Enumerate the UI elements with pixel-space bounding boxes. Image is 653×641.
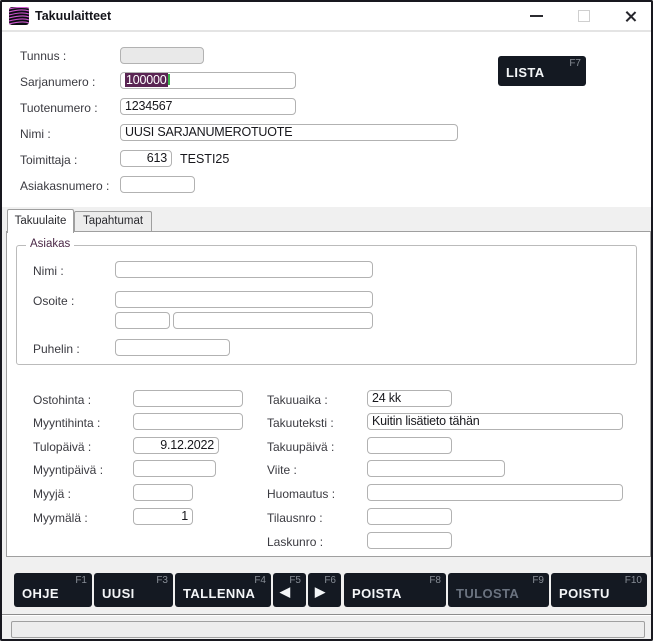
takuuaika-input[interactable]: 24 kk bbox=[367, 390, 452, 407]
myymala-input[interactable]: 1 bbox=[133, 508, 193, 525]
tunnus-label: Tunnus : bbox=[20, 49, 66, 63]
tab-takuulaite[interactable]: Takuulaite bbox=[7, 209, 74, 233]
takuupaiva-label: Takuupäivä : bbox=[267, 440, 334, 454]
poista-fkey-label: F8 bbox=[429, 575, 441, 586]
viite-label: Viite : bbox=[267, 463, 297, 477]
toimittaja-label: Toimittaja : bbox=[20, 153, 77, 167]
asiakas-osoite-input[interactable] bbox=[115, 291, 373, 308]
previous-arrow-icon: ◀ bbox=[280, 584, 290, 600]
asiakas-postinumero-input[interactable] bbox=[115, 312, 170, 329]
statusbar-divider bbox=[2, 614, 651, 616]
myyntihinta-input[interactable] bbox=[133, 413, 243, 430]
viite-input[interactable] bbox=[367, 460, 505, 477]
takuuteksti-input[interactable]: Kuitin lisätieto tähän bbox=[367, 413, 623, 430]
window-title: Takuulaitteet bbox=[35, 9, 111, 23]
statusbar-field bbox=[11, 621, 645, 638]
tulosta-button-label: TULOSTA bbox=[456, 586, 519, 601]
asiakas-puhelin-label: Puhelin : bbox=[33, 342, 80, 356]
poistu-button-label: POISTU bbox=[559, 586, 610, 601]
lista-button-label: LISTA bbox=[506, 65, 545, 80]
ohje-button-label: OHJE bbox=[22, 586, 59, 601]
laskunro-label: Laskunro : bbox=[267, 535, 323, 549]
tunnus-input bbox=[120, 47, 204, 64]
lista-button[interactable]: LISTA F7 bbox=[498, 56, 586, 86]
huomautus-input[interactable] bbox=[367, 484, 623, 501]
takuulaitteet-window: Takuulaitteet Tunnus : Sarjanumero : 100… bbox=[0, 0, 653, 641]
ohje-button[interactable]: OHJE F1 bbox=[14, 573, 92, 607]
myyja-input[interactable] bbox=[133, 484, 193, 501]
myyntipaiva-label: Myyntipäivä : bbox=[33, 463, 103, 477]
tuotenumero-label: Tuotenumero : bbox=[20, 101, 98, 115]
lista-fkey-label: F7 bbox=[569, 58, 581, 69]
poistu-button[interactable]: POISTU F10 bbox=[551, 573, 647, 607]
minimize-button[interactable] bbox=[517, 2, 555, 30]
close-button[interactable] bbox=[611, 2, 649, 30]
maximize-button[interactable] bbox=[565, 2, 603, 30]
maximize-icon bbox=[578, 10, 590, 22]
uusi-button-label: UUSI bbox=[102, 586, 135, 601]
tilausnro-label: Tilausnro : bbox=[267, 511, 323, 525]
selected-text: 100000 bbox=[125, 73, 168, 87]
text-caret bbox=[168, 74, 170, 85]
nimi-input[interactable]: UUSI SARJANUMEROTUOTE bbox=[120, 124, 458, 141]
toimittaja-input[interactable]: 613 bbox=[120, 150, 172, 167]
asiakasnumero-input[interactable] bbox=[120, 176, 195, 193]
uusi-fkey-label: F3 bbox=[156, 575, 168, 586]
asiakas-osoite-label: Osoite : bbox=[33, 294, 74, 308]
tilausnro-input[interactable] bbox=[367, 508, 452, 525]
sarjanumero-input[interactable]: 100000 bbox=[120, 72, 296, 89]
previous-record-button[interactable]: ◀ F5 bbox=[273, 573, 306, 607]
previous-fkey-label: F5 bbox=[289, 575, 301, 586]
tulopaiva-label: Tulopäivä : bbox=[33, 440, 91, 454]
close-icon bbox=[624, 10, 637, 23]
ostohinta-label: Ostohinta : bbox=[33, 393, 91, 407]
laskunro-input[interactable] bbox=[367, 532, 452, 549]
titlebar: Takuulaitteet bbox=[2, 2, 651, 32]
poistu-fkey-label: F10 bbox=[625, 575, 642, 586]
poista-button[interactable]: POISTA F8 bbox=[344, 573, 446, 607]
tallenna-button-label: TALLENNA bbox=[183, 586, 255, 601]
app-logo-icon bbox=[9, 7, 29, 25]
takuuteksti-label: Takuuteksti : bbox=[267, 416, 334, 430]
next-record-button[interactable]: ▶ F6 bbox=[308, 573, 341, 607]
tallenna-button[interactable]: TALLENNA F4 bbox=[175, 573, 271, 607]
ostohinta-input[interactable] bbox=[133, 390, 243, 407]
huomautus-label: Huomautus : bbox=[267, 487, 335, 501]
tulopaiva-input[interactable]: 9.12.2022 bbox=[133, 437, 219, 454]
asiakas-nimi-label: Nimi : bbox=[33, 264, 64, 278]
uusi-button[interactable]: UUSI F3 bbox=[94, 573, 173, 607]
toimittaja-name-text: TESTI25 bbox=[180, 152, 229, 166]
takuuaika-label: Takuuaika : bbox=[267, 393, 328, 407]
sarjanumero-label: Sarjanumero : bbox=[20, 75, 95, 89]
myymala-label: Myymälä : bbox=[33, 511, 88, 525]
ohje-fkey-label: F1 bbox=[75, 575, 87, 586]
tuotenumero-input[interactable]: 1234567 bbox=[120, 98, 296, 115]
next-arrow-icon: ▶ bbox=[315, 584, 325, 600]
myyntihinta-label: Myyntihinta : bbox=[33, 416, 100, 430]
poista-button-label: POISTA bbox=[352, 586, 402, 601]
takuupaiva-input[interactable] bbox=[367, 437, 452, 454]
tallenna-fkey-label: F4 bbox=[254, 575, 266, 586]
myyja-label: Myyjä : bbox=[33, 487, 71, 501]
nimi-label: Nimi : bbox=[20, 127, 51, 141]
next-fkey-label: F6 bbox=[324, 575, 336, 586]
asiakas-group-title: Asiakas bbox=[26, 238, 74, 250]
asiakas-nimi-input[interactable] bbox=[115, 261, 373, 278]
asiakas-toimipaikka-input[interactable] bbox=[173, 312, 373, 329]
tab-tapahtumat[interactable]: Tapahtumat bbox=[74, 211, 152, 232]
asiakas-puhelin-input[interactable] bbox=[115, 339, 230, 356]
myyntipaiva-input[interactable] bbox=[133, 460, 216, 477]
asiakasnumero-label: Asiakasnumero : bbox=[20, 179, 109, 193]
minimize-icon bbox=[530, 15, 543, 17]
tulosta-button[interactable]: TULOSTA F9 bbox=[448, 573, 549, 607]
tulosta-fkey-label: F9 bbox=[532, 575, 544, 586]
